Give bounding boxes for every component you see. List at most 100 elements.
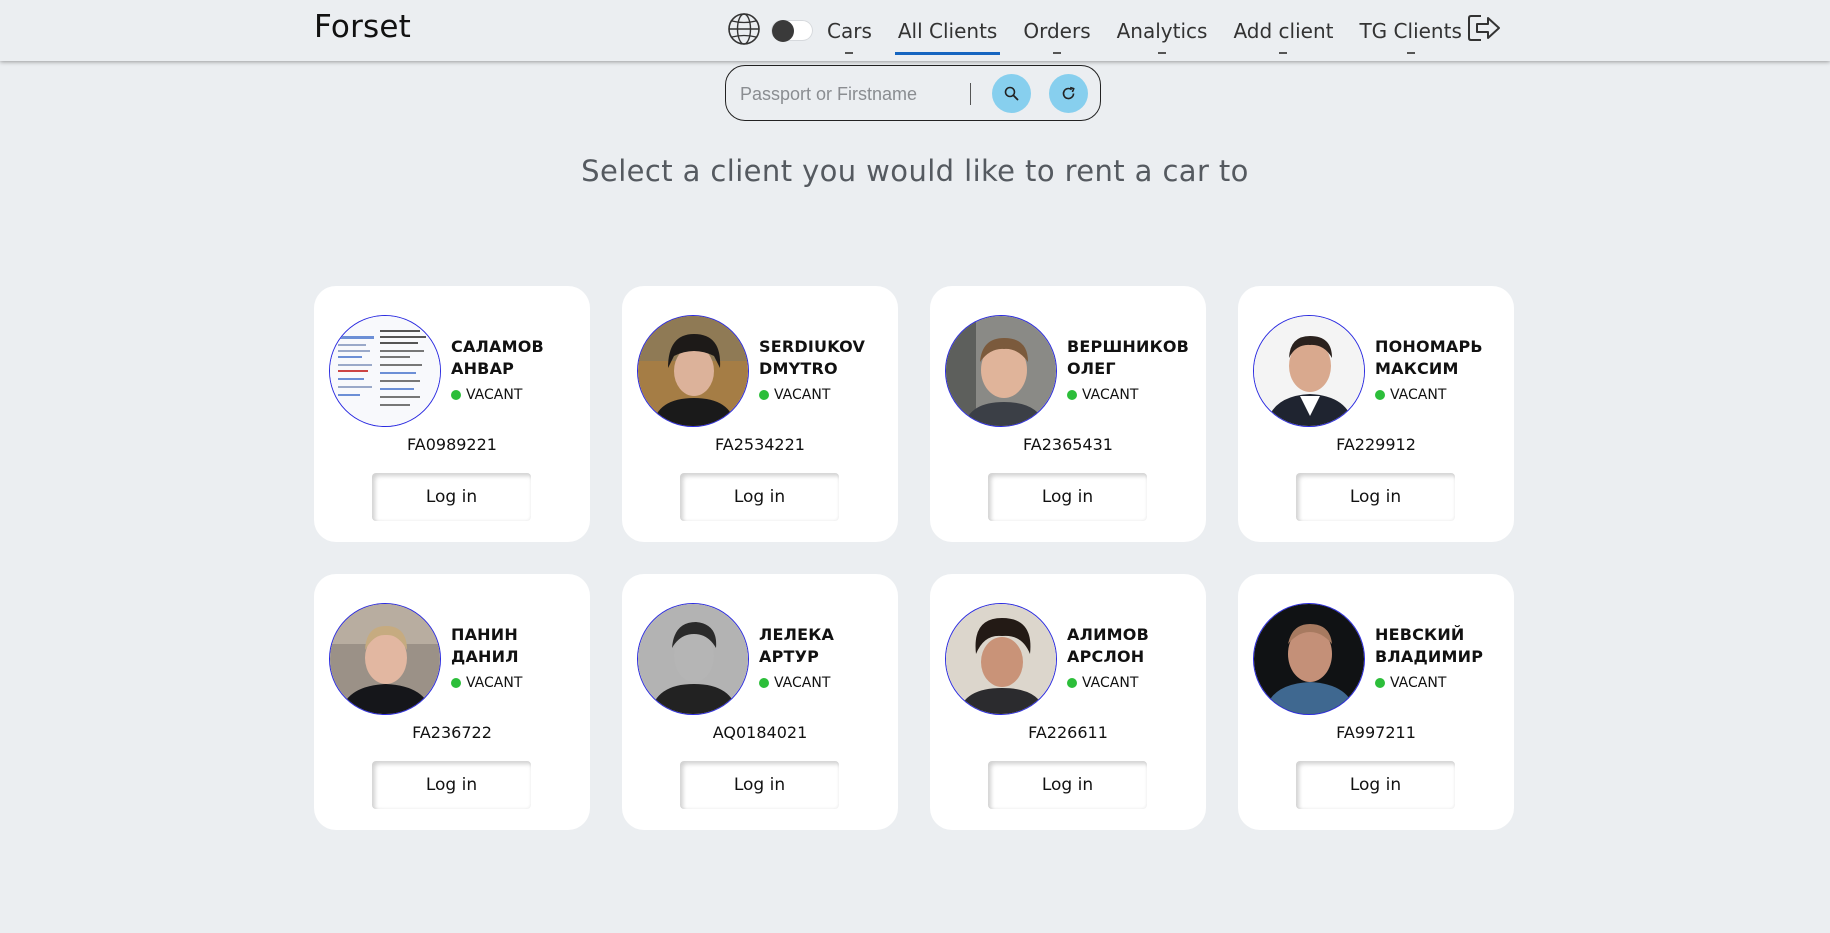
status-label: VACANT — [774, 675, 831, 691]
status-badge: VACANT — [759, 675, 830, 691]
client-first-name: МАКСИМ — [1375, 359, 1459, 378]
search-input[interactable] — [738, 80, 942, 108]
nav-add-client[interactable]: Add client — [1220, 0, 1346, 61]
status-label: VACANT — [466, 387, 523, 403]
refresh-button[interactable] — [1049, 74, 1088, 113]
main-nav: Cars All Clients Orders Analytics Add cl… — [814, 0, 1475, 61]
status-dot-icon — [759, 678, 769, 688]
search-button[interactable] — [992, 74, 1031, 113]
login-button[interactable]: Log in — [680, 761, 839, 809]
client-first-name: ВЛАДИМИР — [1375, 647, 1484, 666]
status-badge: VACANT — [1067, 387, 1138, 403]
nav-cars-label: Cars — [827, 19, 872, 43]
nav-indicator — [1158, 52, 1167, 54]
client-passport: FA236722 — [412, 723, 492, 742]
status-label: VACANT — [1390, 387, 1447, 403]
login-button[interactable]: Log in — [1296, 761, 1455, 809]
nav-analytics-label: Analytics — [1116, 19, 1208, 43]
nav-orders-label: Orders — [1023, 19, 1091, 43]
client-name: НЕВСКИЙ ВЛАДИМИР — [1375, 624, 1510, 668]
client-passport: FA229912 — [1336, 435, 1416, 454]
client-last-name: АЛИМОВ — [1067, 625, 1149, 644]
client-avatar — [329, 603, 441, 715]
status-dot-icon — [1375, 390, 1385, 400]
nav-tg-clients[interactable]: TG Clients — [1346, 0, 1474, 61]
client-first-name: АНВАР — [451, 359, 515, 378]
login-button[interactable]: Log in — [988, 761, 1147, 809]
login-button[interactable]: Log in — [372, 761, 531, 809]
client-last-name: ЛЕЛЕКА — [759, 625, 835, 644]
search-icon — [1004, 86, 1019, 101]
status-badge: VACANT — [1067, 675, 1138, 691]
status-dot-icon — [451, 678, 461, 688]
client-first-name: АРТУР — [759, 647, 820, 666]
nav-analytics[interactable]: Analytics — [1104, 0, 1221, 61]
status-label: VACANT — [1082, 675, 1139, 691]
client-last-name: SERDIUKOV — [759, 337, 866, 356]
brand-logo[interactable]: Forset — [314, 9, 411, 45]
client-name: ПАНИН ДАНИЛ — [451, 624, 586, 668]
status-dot-icon — [1375, 678, 1385, 688]
client-avatar — [945, 315, 1057, 427]
nav-orders[interactable]: Orders — [1010, 0, 1103, 61]
nav-cars[interactable]: Cars — [814, 0, 885, 61]
client-last-name: ПАНИН — [451, 625, 518, 644]
nav-all-clients[interactable]: All Clients — [885, 0, 1010, 61]
status-label: VACANT — [1390, 675, 1447, 691]
client-first-name: АРСЛОН — [1067, 647, 1145, 666]
client-card: ПОНОМАРЬ МАКСИМ VACANT FA229912 Log in — [1238, 286, 1514, 542]
client-name: ВЕРШНИКОВ ОЛЕГ — [1067, 336, 1202, 380]
client-avatar — [1253, 603, 1365, 715]
status-label: VACANT — [1082, 387, 1139, 403]
client-last-name: ВЕРШНИКОВ — [1067, 337, 1190, 356]
client-last-name: НЕВСКИЙ — [1375, 625, 1465, 644]
nav-active-underline — [894, 52, 1001, 55]
status-dot-icon — [451, 390, 461, 400]
toggle-knob — [772, 20, 794, 42]
top-navbar: Forset Cars All Clients Orders Analytics — [0, 0, 1830, 61]
login-button[interactable]: Log in — [988, 473, 1147, 521]
client-name: ЛЕЛЕКА АРТУР — [759, 624, 894, 668]
client-name: ПОНОМАРЬ МАКСИМ — [1375, 336, 1510, 380]
theme-toggle[interactable] — [771, 20, 813, 42]
client-passport: AQ0184021 — [712, 723, 808, 742]
status-dot-icon — [1067, 678, 1077, 688]
page-heading: Select a client you would like to rent a… — [581, 154, 1249, 188]
search-divider — [970, 83, 971, 105]
login-button[interactable]: Log in — [680, 473, 839, 521]
nav-indicator — [845, 52, 854, 54]
globe-icon[interactable] — [727, 12, 761, 46]
search-bar — [725, 65, 1101, 121]
client-passport: FA226611 — [1028, 723, 1108, 742]
login-button[interactable]: Log in — [1296, 473, 1455, 521]
client-name: SERDIUKOV DMYTRO — [759, 336, 894, 380]
status-dot-icon — [759, 390, 769, 400]
client-avatar — [637, 315, 749, 427]
status-dot-icon — [1067, 390, 1077, 400]
nav-indicator — [1406, 52, 1415, 54]
client-avatar — [945, 603, 1057, 715]
client-card: ВЕРШНИКОВ ОЛЕГ VACANT FA2365431 Log in — [930, 286, 1206, 542]
status-label: VACANT — [466, 675, 523, 691]
client-last-name: ПОНОМАРЬ — [1375, 337, 1483, 356]
login-button[interactable]: Log in — [372, 473, 531, 521]
client-avatar — [637, 603, 749, 715]
client-last-name: САЛАМОВ — [451, 337, 544, 356]
client-avatar — [1253, 315, 1365, 427]
client-card: ЛЕЛЕКА АРТУР VACANT AQ0184021 Log in — [622, 574, 898, 830]
client-name: САЛАМОВ АНВАР — [451, 336, 586, 380]
status-badge: VACANT — [1375, 387, 1446, 403]
client-name: АЛИМОВ АРСЛОН — [1067, 624, 1202, 668]
client-card: АЛИМОВ АРСЛОН VACANT FA226611 Log in — [930, 574, 1206, 830]
status-badge: VACANT — [1375, 675, 1446, 691]
logout-icon[interactable] — [1467, 13, 1501, 43]
nav-tg-clients-label: TG Clients — [1359, 19, 1462, 43]
status-label: VACANT — [774, 387, 831, 403]
client-card: SERDIUKOV DMYTRO VACANT FA2534221 Log in — [622, 286, 898, 542]
client-passport: FA2534221 — [715, 435, 805, 454]
clients-grid: САЛАМОВ АНВАР VACANT FA0989221 Log in SE… — [314, 286, 1514, 830]
client-first-name: DMYTRO — [759, 359, 838, 378]
status-badge: VACANT — [451, 387, 522, 403]
client-card: НЕВСКИЙ ВЛАДИМИР VACANT FA997211 Log in — [1238, 574, 1514, 830]
refresh-icon — [1062, 86, 1075, 100]
